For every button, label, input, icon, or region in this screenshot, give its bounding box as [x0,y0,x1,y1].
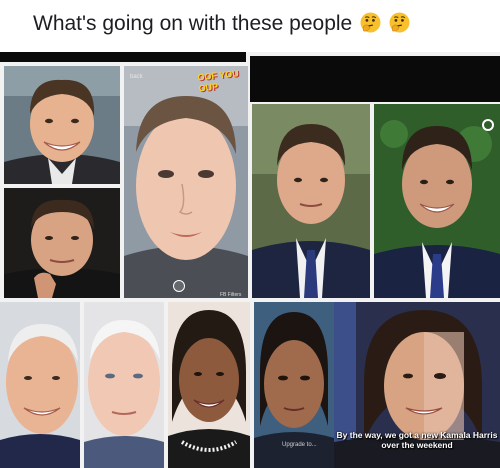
photo-suited-man-smiling [374,104,500,298]
story-capture-button [173,280,185,292]
story-credit: FB Filters [220,292,242,298]
photo-woman-split-face: By the way, we got a new Kamala Harris o… [334,302,500,468]
facebook-post: What's going on with these people back O… [0,0,500,468]
camera-focus-icon [482,119,494,131]
thinking-face-emoji-icon [360,12,381,33]
photo-older-man-filtered [84,302,164,468]
top-black-bar-right [250,56,500,102]
story-header: back [130,74,143,80]
photo-filtered-face-story: back OOF YOU OUP FB Filters [124,66,248,298]
thinking-face-emoji-icon [389,12,410,33]
photo-suited-man [252,104,370,298]
photo-woman-smiling [168,302,250,468]
photo-thoughtful-man [4,188,120,298]
photo-older-man-smiling [0,302,80,468]
post-caption: What's going on with these people [0,0,500,52]
caption-text: What's going on with these people [33,12,353,35]
overlay-caption: By the way, we got a new Kamala Harris o… [336,430,498,450]
photo-woman-filtered: Upgrade to... [254,302,334,468]
photo-smiling-man [4,66,120,184]
watermark-text: Upgrade to... [282,442,317,448]
top-black-bar-left [0,52,246,62]
